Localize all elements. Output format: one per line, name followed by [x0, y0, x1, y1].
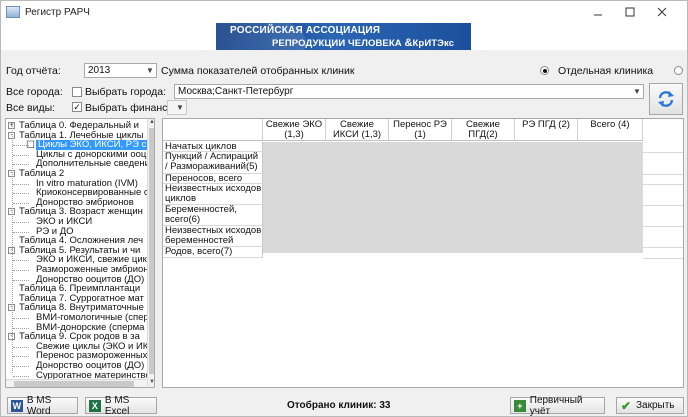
- grid-row-divider: [643, 258, 683, 259]
- maximize-button[interactable]: [617, 1, 643, 22]
- grid-column-header[interactable]: РЭ ПГД (2): [515, 119, 578, 141]
- grid-row-divider: [643, 226, 683, 227]
- tree-connector: [13, 231, 29, 233]
- search-icon: ☐: [26, 140, 35, 152]
- maximize-icon: [625, 7, 635, 16]
- banner-line2-text: РЕПРОДУКЦИИ ЧЕЛОВЕКА: [272, 38, 402, 49]
- tree-horizontal-scrollbar[interactable]: [6, 379, 147, 387]
- cities-value: Москва;Санкт-Петербург: [178, 86, 294, 97]
- tree-connector: [13, 193, 29, 195]
- window-title: Регистр РАРЧ: [25, 6, 90, 18]
- sum-clinics-label: Сумма показателей отобранных клиник: [161, 65, 355, 77]
- grid-row-divider: [643, 247, 683, 248]
- banner-line2: РЕПРОДУКЦИИ ЧЕЛОВЕКА &КрИТЭкс: [272, 37, 454, 49]
- close-window-button[interactable]: [649, 1, 675, 22]
- all-types-label: Все виды:: [6, 102, 56, 114]
- word-icon: W: [11, 399, 23, 412]
- banner-logo: РОССИЙСКАЯ АССОЦИАЦИЯ РЕПРОДУКЦИИ ЧЕЛОВЕ…: [216, 23, 471, 50]
- banner-line1: РОССИЙСКАЯ АССОЦИАЦИЯ: [230, 25, 381, 36]
- select-cities-label: Выбрать города:: [85, 86, 166, 98]
- tree-vertical-scrollbar[interactable]: ▲ ▼: [147, 119, 154, 387]
- sum-clinics-radio[interactable]: [540, 66, 549, 75]
- clinics-count: Отобрано клиник: 33: [287, 400, 391, 411]
- grid-row-header: Беременностей, всего(6): [163, 205, 263, 226]
- primary-records-label: Первичный учёт: [529, 394, 583, 417]
- grid-row-header: Пункций / Аспираций / Размораживаний(5): [163, 152, 263, 174]
- tree-connector: [13, 375, 29, 377]
- select-finance-checkbox[interactable]: ✓: [72, 102, 82, 112]
- banner-abbr: КрИТЭкс: [412, 38, 455, 49]
- scroll-down-icon[interactable]: ▼: [148, 379, 154, 387]
- results-grid[interactable]: Свежие ЭКО (1,3) Свежие ИКСИ (1,3) Перенос…: [162, 118, 684, 388]
- close-button[interactable]: ✔ Закрыть: [616, 397, 684, 414]
- app-window: Регистр РАРЧ РОССИЙСКАЯ АССОЦИАЦИЯ РЕПРО…: [0, 0, 688, 417]
- scrollbar-thumb[interactable]: [149, 128, 154, 374]
- grid-row-divider: [643, 174, 683, 175]
- table-tree[interactable]: + Таблица 0. Федеральный и - Таблица 1. Леч…: [5, 118, 155, 388]
- title-bar: Регистр РАРЧ: [1, 1, 687, 23]
- year-select[interactable]: 2013 ▼: [84, 63, 157, 78]
- grid-column-header[interactable]: Свежие ИКСИ (1,3): [326, 119, 389, 141]
- tree-connector: [13, 154, 29, 156]
- scroll-up-icon[interactable]: ▲: [148, 119, 154, 127]
- year-value: 2013: [88, 65, 111, 76]
- grid-column-header[interactable]: Перенос РЭ (1): [389, 119, 452, 141]
- all-cities-label: Все города:: [6, 86, 63, 98]
- cities-select[interactable]: Москва;Санкт-Петербург ▼: [174, 84, 644, 99]
- tree-connector: [13, 346, 29, 348]
- single-clinic-label: Отдельная клиника: [558, 65, 654, 77]
- export-word-label: В MS Word: [26, 394, 52, 417]
- excel-icon: X: [89, 399, 101, 412]
- grid-row-header: Неизвестных исходов беременностей: [163, 225, 263, 247]
- banner: РОССИЙСКАЯ АССОЦИАЦИЯ РЕПРОДУКЦИИ ЧЕЛОВЕ…: [1, 23, 687, 50]
- tree-connector: [13, 260, 29, 262]
- export-excel-label: В MS Excel: [104, 394, 130, 417]
- chevron-down-icon: ▼: [146, 66, 154, 75]
- export-word-button[interactable]: W В MS Word: [7, 394, 78, 417]
- grid-row-divider: [643, 152, 683, 153]
- grid-row-divider: [643, 184, 683, 185]
- minimize-button[interactable]: [585, 1, 611, 22]
- tree-connector: [13, 279, 29, 281]
- grid-corner-header: [163, 119, 263, 141]
- tree-connector: [13, 327, 29, 329]
- tree-connector: [13, 202, 29, 204]
- radio-dot: [542, 68, 547, 73]
- tree-connector: [13, 318, 29, 319]
- grid-row-header: Родов, всего(7): [163, 247, 263, 258]
- grid-empty-area: [263, 142, 643, 253]
- chevron-down-icon: ▼: [176, 103, 184, 112]
- tree-connector: [13, 270, 29, 271]
- grid-column-header[interactable]: Всего (4): [578, 119, 643, 141]
- ledger-icon: +: [514, 399, 526, 412]
- primary-records-button[interactable]: + Первичный учёт: [510, 394, 605, 417]
- grid-row-divider: [643, 205, 683, 206]
- select-finance-label: Выбрать финанс.:: [85, 102, 174, 114]
- tree-connector: [13, 222, 29, 223]
- refresh-button[interactable]: [649, 83, 683, 115]
- minimize-icon: [594, 14, 602, 15]
- single-clinic-radio[interactable]: [674, 66, 683, 75]
- export-excel-button[interactable]: X В MS Excel: [85, 394, 157, 417]
- tree-connector: [13, 366, 29, 367]
- finance-select[interactable]: ▼: [167, 100, 187, 115]
- close-label: Закрыть: [636, 400, 675, 411]
- app-icon: [6, 6, 20, 18]
- grid-column-header[interactable]: Свежие ЭКО (1,3): [263, 119, 326, 141]
- tree-connector: [13, 164, 29, 166]
- banner-amp: &: [404, 37, 413, 49]
- year-label: Год отчёта:: [6, 65, 61, 77]
- tree-connector: [13, 183, 29, 185]
- checkmark-icon: ✔: [620, 398, 632, 413]
- chevron-down-icon: ▼: [633, 87, 641, 96]
- close-icon: [657, 7, 667, 16]
- grid-column-header[interactable]: Свежие ПГД(2): [452, 119, 515, 141]
- tree-connector: [12, 123, 13, 373]
- select-cities-checkbox[interactable]: [72, 87, 82, 97]
- grid-row-header: Неизвестных исходов циклов: [163, 183, 263, 205]
- tree-connector: [13, 356, 29, 358]
- refresh-icon: [658, 91, 674, 107]
- scrollbar-thumb[interactable]: [14, 381, 134, 387]
